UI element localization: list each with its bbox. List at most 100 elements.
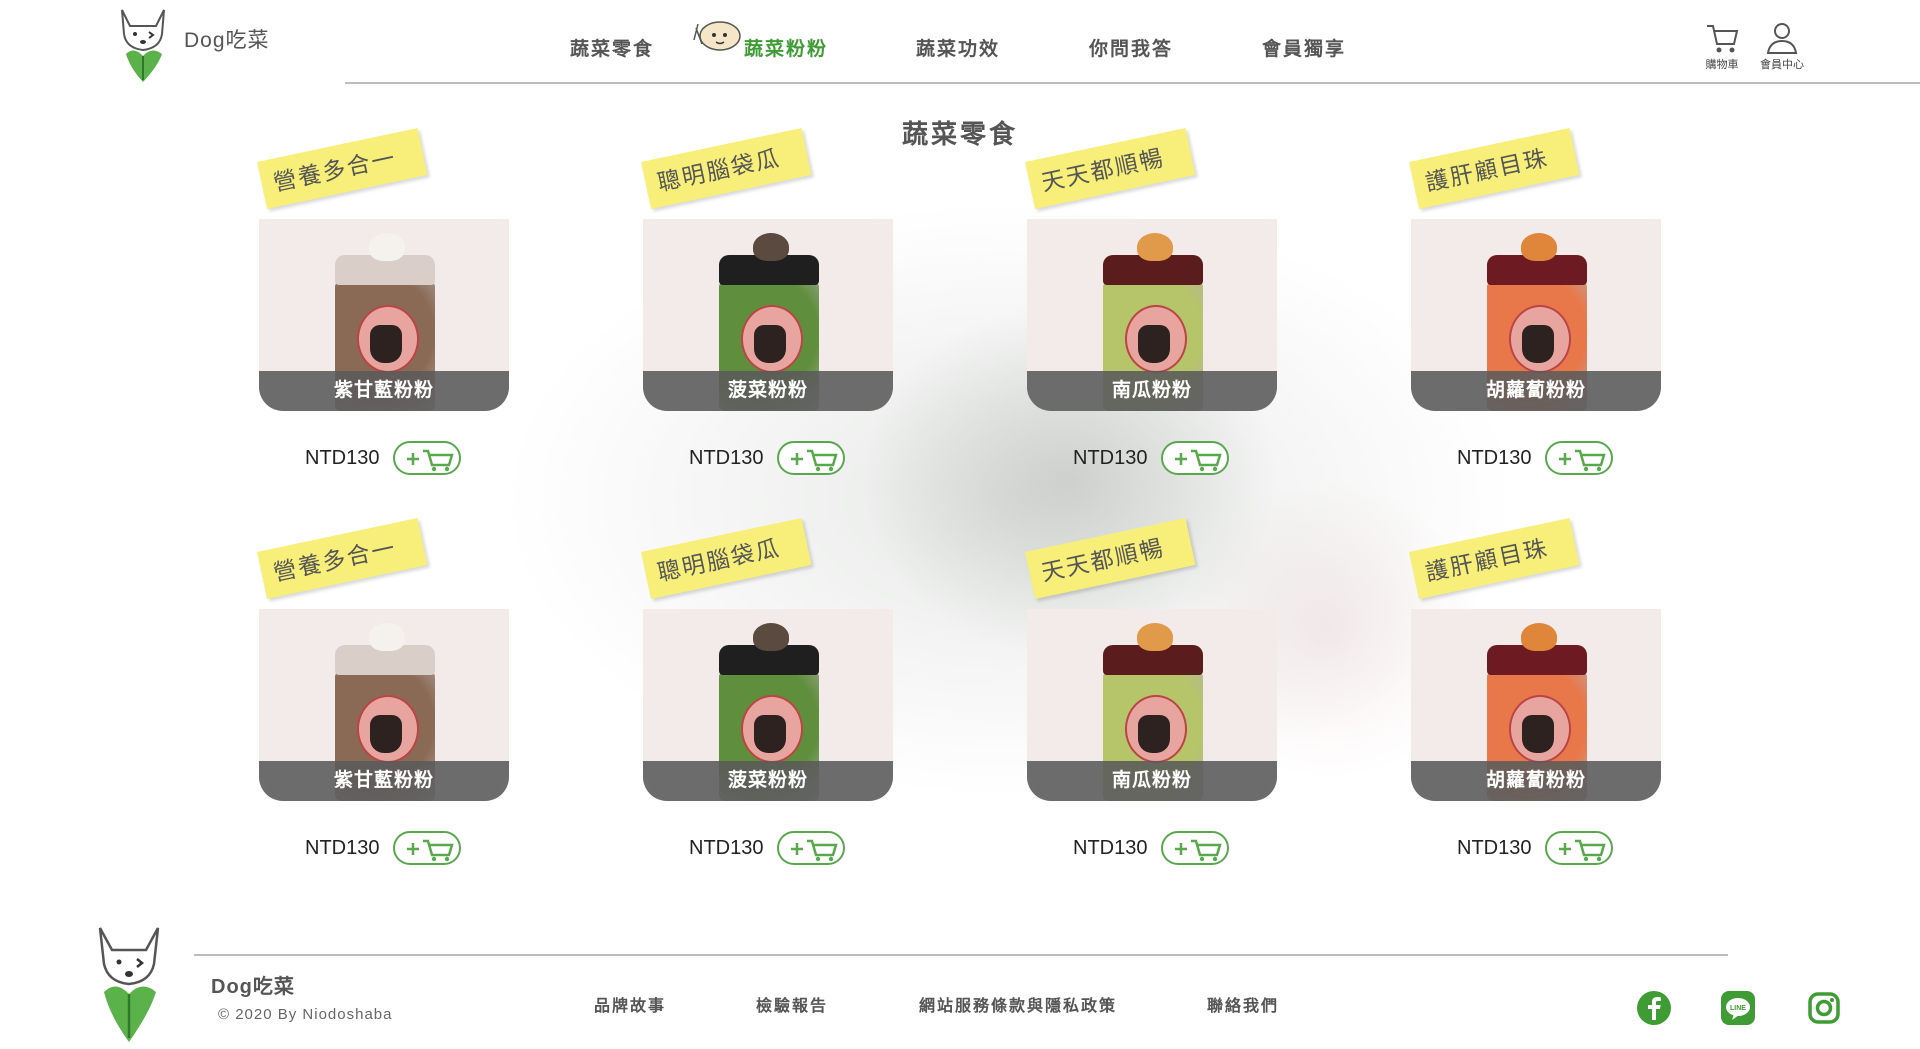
add-cart-icon (791, 449, 838, 472)
product-image[interactable]: 紫甘藍粉粉 (259, 609, 509, 801)
footer-copyright: © 2020 By Niodoshaba (218, 1006, 393, 1023)
product-image[interactable]: 紫甘藍粉粉 (259, 219, 509, 411)
add-to-cart-button[interactable] (777, 441, 845, 475)
user-icon (1766, 23, 1798, 54)
line-icon: LINE (1721, 991, 1755, 1025)
product-card[interactable]: 南瓜粉粉 天天都順暢 NTD130 (1025, 517, 1277, 865)
brand-logo[interactable]: Dog吃菜 (112, 4, 270, 84)
add-cart-icon (407, 839, 454, 862)
dog-face-icon (1522, 325, 1554, 363)
price-row: NTD130 (1027, 441, 1277, 481)
footer-link-contact[interactable]: 聯絡我們 (1207, 992, 1279, 1016)
svg-text:LINE: LINE (1730, 1005, 1746, 1012)
product-price: NTD130 (305, 447, 380, 469)
add-cart-icon (1559, 449, 1606, 472)
facebook-icon (1637, 991, 1671, 1025)
product-card[interactable]: 胡蘿蔔粉粉 護肝顧目珠 NTD130 (1409, 127, 1661, 475)
add-cart-icon (1175, 449, 1222, 472)
add-to-cart-button[interactable] (1161, 441, 1229, 475)
cat-figurine-icon (369, 623, 405, 651)
cat-figurine-icon (1137, 233, 1173, 261)
product-card[interactable]: 南瓜粉粉 天天都順暢 NTD130 (1025, 127, 1277, 475)
nav-item-powder-label: 蔬菜粉粉 (744, 39, 829, 60)
product-name: 胡蘿蔔粉粉 (1411, 761, 1661, 801)
facebook-link[interactable] (1636, 990, 1672, 1026)
add-cart-icon (1175, 839, 1222, 862)
product-image[interactable]: 南瓜粉粉 (1027, 219, 1277, 411)
product-card[interactable]: 菠菜粉粉 聰明腦袋瓜 NTD130 (641, 517, 893, 865)
nav-item-snacks[interactable]: 蔬菜零食 (570, 34, 654, 61)
nav-item-faq[interactable]: 你問我答 (1089, 34, 1173, 61)
product-tag: 營養多合一 (257, 517, 428, 599)
dog-face-icon (370, 715, 402, 753)
product-card[interactable]: 紫甘藍粉粉 營養多合一 NTD130 (257, 127, 509, 475)
cat-figurine-icon (753, 623, 789, 651)
product-price: NTD130 (1073, 837, 1148, 859)
product-card[interactable]: 菠菜粉粉 聰明腦袋瓜 NTD130 (641, 127, 893, 475)
product-price: NTD130 (1457, 837, 1532, 859)
product-image[interactable]: 菠菜粉粉 (643, 609, 893, 801)
price-row: NTD130 (643, 831, 893, 871)
price-row: NTD130 (1411, 441, 1661, 481)
product-tag: 護肝顧目珠 (1409, 517, 1580, 599)
footer-divider (194, 954, 1728, 956)
price-row: NTD130 (259, 831, 509, 871)
cart-button[interactable]: 購物車 (1692, 20, 1752, 72)
product-image[interactable]: 胡蘿蔔粉粉 (1411, 609, 1661, 801)
dog-face-icon (754, 715, 786, 753)
line-link[interactable]: LINE (1720, 990, 1756, 1026)
page-title: 蔬菜零食 (901, 119, 1018, 149)
cat-figurine-icon (1521, 623, 1557, 651)
add-to-cart-button[interactable] (393, 831, 461, 865)
member-center-button[interactable]: 會員中心 (1752, 20, 1812, 72)
add-to-cart-button[interactable] (777, 831, 845, 865)
price-row: NTD130 (643, 441, 893, 481)
product-name: 菠菜粉粉 (643, 371, 893, 411)
footer-brand: Dog吃菜 (211, 976, 295, 998)
footer-link-brand-story[interactable]: 品牌故事 (594, 992, 666, 1016)
add-to-cart-button[interactable] (393, 441, 461, 475)
product-price: NTD130 (689, 837, 764, 859)
price-row: NTD130 (259, 441, 509, 481)
instagram-icon (1808, 992, 1840, 1024)
product-name: 南瓜粉粉 (1027, 761, 1277, 801)
nav-item-effects[interactable]: 蔬菜功效 (916, 34, 1000, 61)
add-cart-icon (407, 449, 454, 472)
product-name: 胡蘿蔔粉粉 (1411, 371, 1661, 411)
cat-figurine-icon (1521, 233, 1557, 261)
dog-logo-icon (121, 9, 165, 82)
product-price: NTD130 (1073, 447, 1148, 469)
footer-link-terms-privacy[interactable]: 網站服務條款與隱私政策 (919, 992, 1117, 1016)
nav-item-powder[interactable]: 蔬菜粉粉 (693, 21, 829, 61)
cart-icon (1707, 25, 1739, 53)
product-image[interactable]: 南瓜粉粉 (1027, 609, 1277, 801)
product-image[interactable]: 菠菜粉粉 (643, 219, 893, 411)
price-row: NTD130 (1027, 831, 1277, 871)
instagram-link[interactable] (1806, 990, 1842, 1026)
dog-face-icon (1138, 715, 1170, 753)
product-name: 菠菜粉粉 (643, 761, 893, 801)
dog-face-icon (754, 325, 786, 363)
cat-figurine-icon (1137, 623, 1173, 651)
site-header: Dog吃菜 蔬菜零食 蔬菜粉粉 蔬菜功效 你問我答 會員獨享 購物車 會員中心 (0, 0, 1920, 84)
add-to-cart-button[interactable] (1545, 441, 1613, 475)
mascot-icon (693, 21, 741, 51)
product-price: NTD130 (305, 837, 380, 859)
add-cart-icon (1559, 839, 1606, 862)
product-price: NTD130 (1457, 447, 1532, 469)
add-to-cart-button[interactable] (1161, 831, 1229, 865)
cat-figurine-icon (753, 233, 789, 261)
add-to-cart-button[interactable] (1545, 831, 1613, 865)
add-cart-icon (791, 839, 838, 862)
product-card[interactable]: 紫甘藍粉粉 營養多合一 NTD130 (257, 517, 509, 865)
product-card[interactable]: 胡蘿蔔粉粉 護肝顧目珠 NTD130 (1409, 517, 1661, 865)
product-name: 紫甘藍粉粉 (259, 371, 509, 411)
header-divider (345, 82, 1920, 84)
nav-item-member-exclusive[interactable]: 會員獨享 (1262, 34, 1346, 61)
product-tag: 天天都順暢 (1025, 517, 1196, 599)
product-name: 南瓜粉粉 (1027, 371, 1277, 411)
product-image[interactable]: 胡蘿蔔粉粉 (1411, 219, 1661, 411)
footer-link-test-report[interactable]: 檢驗報告 (756, 992, 828, 1016)
dog-face-icon (370, 325, 402, 363)
product-name: 紫甘藍粉粉 (259, 761, 509, 801)
